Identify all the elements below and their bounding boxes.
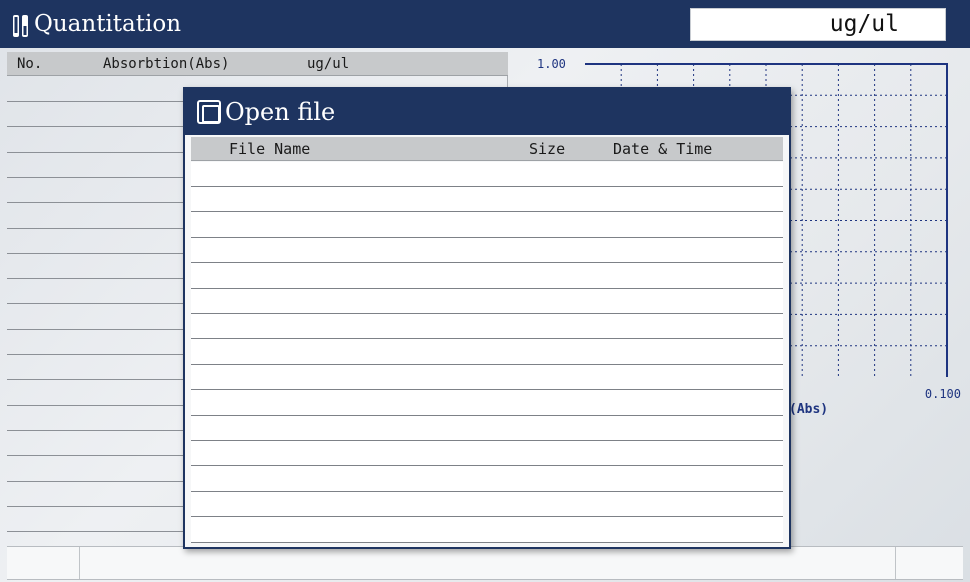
file-row[interactable] — [191, 391, 783, 416]
column-no: No. — [17, 56, 43, 72]
file-row[interactable] — [191, 492, 783, 518]
chip-icon — [197, 100, 221, 124]
file-row[interactable] — [191, 467, 783, 492]
file-row[interactable] — [191, 187, 783, 213]
file-row[interactable] — [191, 264, 783, 289]
dialog-title: Open file — [225, 98, 336, 126]
column-size[interactable]: Size — [529, 137, 565, 161]
status-divider-right — [895, 547, 896, 579]
table-header: No. Absorbtion(Abs) ug/ul — [7, 52, 508, 76]
file-row[interactable] — [191, 441, 783, 467]
file-row[interactable] — [191, 162, 783, 187]
x-axis-right-label: 0.100 — [925, 387, 961, 401]
file-row[interactable] — [191, 314, 783, 340]
file-row[interactable] — [191, 238, 783, 264]
unit-selector[interactable]: ug/ul — [690, 8, 946, 41]
file-row[interactable] — [191, 340, 783, 365]
test-tubes-icon — [13, 15, 28, 37]
file-list-header: File Name Size Date & Time — [191, 137, 783, 161]
column-date-time[interactable]: Date & Time — [613, 137, 712, 161]
app-header: Quantitation ug/ul — [0, 0, 970, 48]
file-row[interactable] — [191, 365, 783, 391]
open-file-dialog: Open file File Name Size Date & Time — [183, 87, 791, 549]
status-bar — [7, 546, 963, 580]
dialog-titlebar[interactable]: Open file — [185, 89, 789, 135]
page-title: Quantitation — [34, 11, 182, 37]
y-axis-top-label: 1.00 — [537, 57, 566, 71]
status-divider-left — [79, 547, 80, 579]
x-axis-label: (Abs) — [789, 402, 828, 417]
column-absorbtion: Absorbtion(Abs) — [103, 56, 230, 72]
file-row[interactable] — [191, 213, 783, 238]
file-row[interactable] — [191, 416, 783, 441]
column-concentration: ug/ul — [307, 56, 350, 72]
column-file-name[interactable]: File Name — [229, 137, 310, 161]
file-list[interactable] — [191, 162, 783, 543]
file-row[interactable] — [191, 518, 783, 543]
unit-value: ug/ul — [829, 11, 899, 37]
file-row[interactable] — [191, 289, 783, 314]
